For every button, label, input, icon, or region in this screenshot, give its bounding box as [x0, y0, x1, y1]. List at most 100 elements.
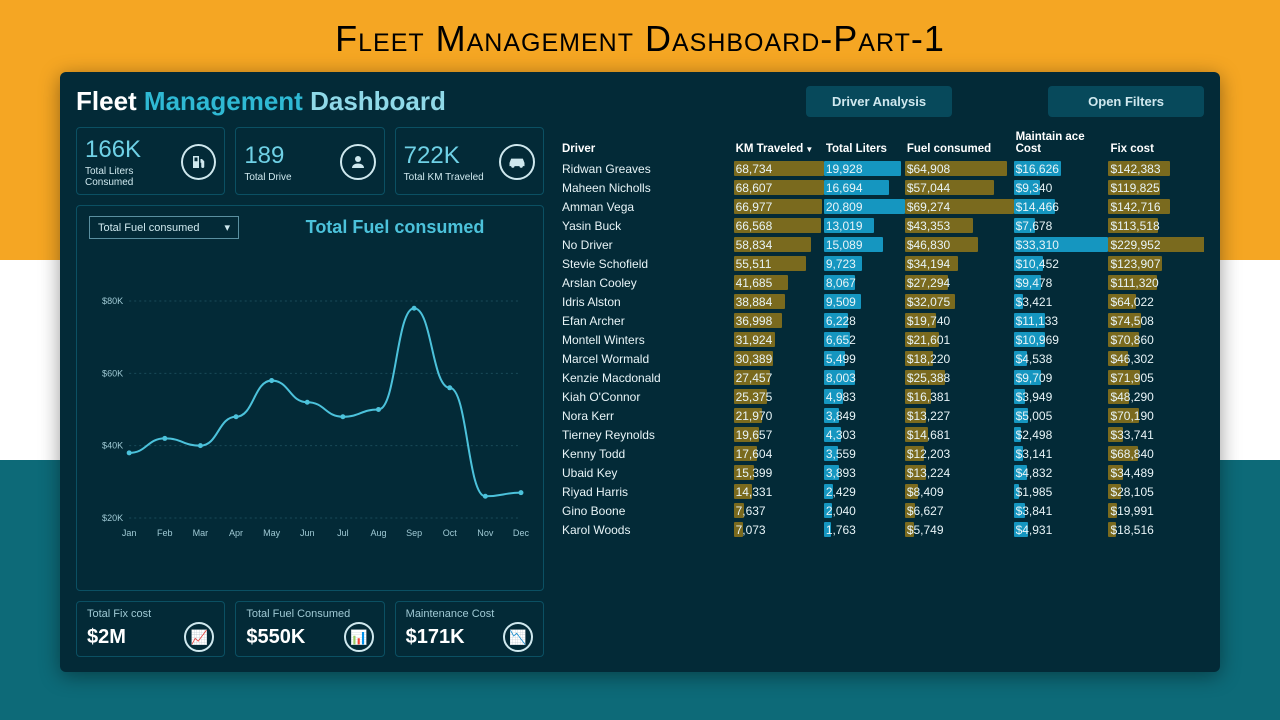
col-header[interactable]: KM Traveled▼ [730, 127, 820, 159]
cell-fix: $19,991 [1104, 501, 1204, 520]
cell-fuel: $64,908 [901, 159, 1010, 178]
col-header[interactable]: Maintain ace Cost [1010, 127, 1105, 159]
table-row[interactable]: Stevie Schofield55,5119,723$34,194$10,45… [556, 254, 1204, 273]
kpi-drive: 189Total Drive [235, 127, 384, 195]
cell-liters: 2,040 [820, 501, 901, 520]
table-row[interactable]: No Driver58,83415,089$46,830$33,310$229,… [556, 235, 1204, 254]
kpi-fix-cost: Total Fix cost $2M📈 [76, 601, 225, 657]
cell-maint: $14,466 [1010, 197, 1105, 216]
cell-driver: Efan Archer [556, 311, 730, 330]
table-row[interactable]: Kiah O'Connor25,3754,983$16,381$3,949$48… [556, 387, 1204, 406]
table-row[interactable]: Riyad Harris14,3312,429$8,409$1,985$28,1… [556, 482, 1204, 501]
kpi-fix-value: $2M [87, 626, 126, 649]
kpi-maint-value: $171K [406, 626, 465, 649]
svg-text:Aug: Aug [370, 528, 386, 538]
cell-driver: Ubaid Key [556, 463, 730, 482]
col-header[interactable]: Fix cost [1104, 127, 1204, 159]
cell-fix: $18,516 [1104, 520, 1204, 539]
cell-km: 31,924 [730, 330, 820, 349]
cell-driver: Idris Alston [556, 292, 730, 311]
cell-km: 58,834 [730, 235, 820, 254]
cell-driver: Karol Woods [556, 520, 730, 539]
kpi-maint-label: Maintenance Cost [406, 608, 533, 620]
cell-km: 41,685 [730, 273, 820, 292]
cell-liters: 9,723 [820, 254, 901, 273]
cell-fix: $64,022 [1104, 292, 1204, 311]
chart-box: Total Fuel consumed ▾ Total Fuel consume… [76, 205, 544, 591]
kpi-fuel-cost: Total Fuel Consumed $550K📊 [235, 601, 384, 657]
table-row[interactable]: Nora Kerr21,9703,849$13,227$5,005$70,190 [556, 406, 1204, 425]
cell-fix: $68,840 [1104, 444, 1204, 463]
cell-maint: $2,498 [1010, 425, 1105, 444]
cell-driver: Tierney Reynolds [556, 425, 730, 444]
cell-maint: $33,310 [1010, 235, 1105, 254]
svg-text:Oct: Oct [443, 528, 458, 538]
cell-maint: $4,832 [1010, 463, 1105, 482]
cell-fuel: $18,220 [901, 349, 1010, 368]
cell-maint: $16,626 [1010, 159, 1105, 178]
cell-fuel: $16,381 [901, 387, 1010, 406]
table-row[interactable]: Ridwan Greaves68,73419,928$64,908$16,626… [556, 159, 1204, 178]
cell-maint: $9,709 [1010, 368, 1105, 387]
cell-fuel: $13,224 [901, 463, 1010, 482]
cell-fix: $119,825 [1104, 178, 1204, 197]
table-row[interactable]: Amman Vega66,97720,809$69,274$14,466$142… [556, 197, 1204, 216]
table-row[interactable]: Kenny Todd17,6043,559$12,203$3,141$68,84… [556, 444, 1204, 463]
sort-arrow-icon: ▼ [805, 145, 813, 154]
svg-text:Jan: Jan [122, 528, 137, 538]
table-row[interactable]: Maheen Nicholls68,60716,694$57,044$9,340… [556, 178, 1204, 197]
table-row[interactable]: Yasin Buck66,56813,019$43,353$7,678$113,… [556, 216, 1204, 235]
cell-driver: Gino Boone [556, 501, 730, 520]
cell-driver: Nora Kerr [556, 406, 730, 425]
cell-km: 19,657 [730, 425, 820, 444]
kpi-km: 722KTotal KM Traveled [395, 127, 544, 195]
cell-maint: $3,421 [1010, 292, 1105, 311]
driver-analysis-button[interactable]: Driver Analysis [806, 86, 952, 117]
cell-fuel: $46,830 [901, 235, 1010, 254]
cell-km: 55,511 [730, 254, 820, 273]
cell-driver: Kenzie Macdonald [556, 368, 730, 387]
col-header[interactable]: Driver [556, 127, 730, 159]
cell-maint: $5,005 [1010, 406, 1105, 425]
cell-km: 38,884 [730, 292, 820, 311]
driver-table-wrap[interactable]: DriverKM Traveled▼Total LitersFuel consu… [556, 127, 1204, 657]
cell-liters: 13,019 [820, 216, 901, 235]
chart-icon: 📉 [503, 622, 533, 652]
svg-text:$60K: $60K [102, 368, 123, 378]
table-row[interactable]: Idris Alston38,8849,509$32,075$3,421$64,… [556, 292, 1204, 311]
table-row[interactable]: Karol Woods7,0731,763$5,749$4,931$18,516 [556, 520, 1204, 539]
chevron-down-icon: ▾ [224, 221, 230, 234]
table-row[interactable]: Tierney Reynolds19,6574,303$14,681$2,498… [556, 425, 1204, 444]
col-header[interactable]: Fuel consumed [901, 127, 1010, 159]
trend-icon: 📈 [184, 622, 214, 652]
cell-maint: $1,985 [1010, 482, 1105, 501]
cell-fuel: $14,681 [901, 425, 1010, 444]
table-row[interactable]: Ubaid Key15,3993,893$13,224$4,832$34,489 [556, 463, 1204, 482]
table-row[interactable]: Kenzie Macdonald27,4578,003$25,388$9,709… [556, 368, 1204, 387]
page-title: Fleet Management Dashboard-Part-1 [0, 0, 1280, 72]
cell-fuel: $21,601 [901, 330, 1010, 349]
chart-metric-select[interactable]: Total Fuel consumed ▾ [89, 216, 239, 239]
cell-liters: 8,003 [820, 368, 901, 387]
table-row[interactable]: Arslan Cooley41,6858,067$27,294$9,478$11… [556, 273, 1204, 292]
cell-driver: Maheen Nicholls [556, 178, 730, 197]
cell-driver: Montell Winters [556, 330, 730, 349]
cell-maint: $11,133 [1010, 311, 1105, 330]
chart-title: Total Fuel consumed [259, 217, 531, 238]
driver-table: DriverKM Traveled▼Total LitersFuel consu… [556, 127, 1204, 539]
kpi-liters-value: 166K [85, 136, 181, 164]
title-word-1: Fleet [76, 86, 144, 116]
table-row[interactable]: Montell Winters31,9246,652$21,601$10,969… [556, 330, 1204, 349]
cell-km: 66,568 [730, 216, 820, 235]
cell-km: 25,375 [730, 387, 820, 406]
col-header[interactable]: Total Liters [820, 127, 901, 159]
cell-maint: $9,478 [1010, 273, 1105, 292]
table-row[interactable]: Efan Archer36,9986,228$19,740$11,133$74,… [556, 311, 1204, 330]
svg-text:Jul: Jul [337, 528, 349, 538]
cell-liters: 8,067 [820, 273, 901, 292]
kpi-km-value: 722K [404, 142, 484, 170]
table-row[interactable]: Marcel Wormald30,3895,499$18,220$4,538$4… [556, 349, 1204, 368]
cell-fuel: $6,627 [901, 501, 1010, 520]
table-row[interactable]: Gino Boone7,6372,040$6,627$3,841$19,991 [556, 501, 1204, 520]
open-filters-button[interactable]: Open Filters [1048, 86, 1204, 117]
